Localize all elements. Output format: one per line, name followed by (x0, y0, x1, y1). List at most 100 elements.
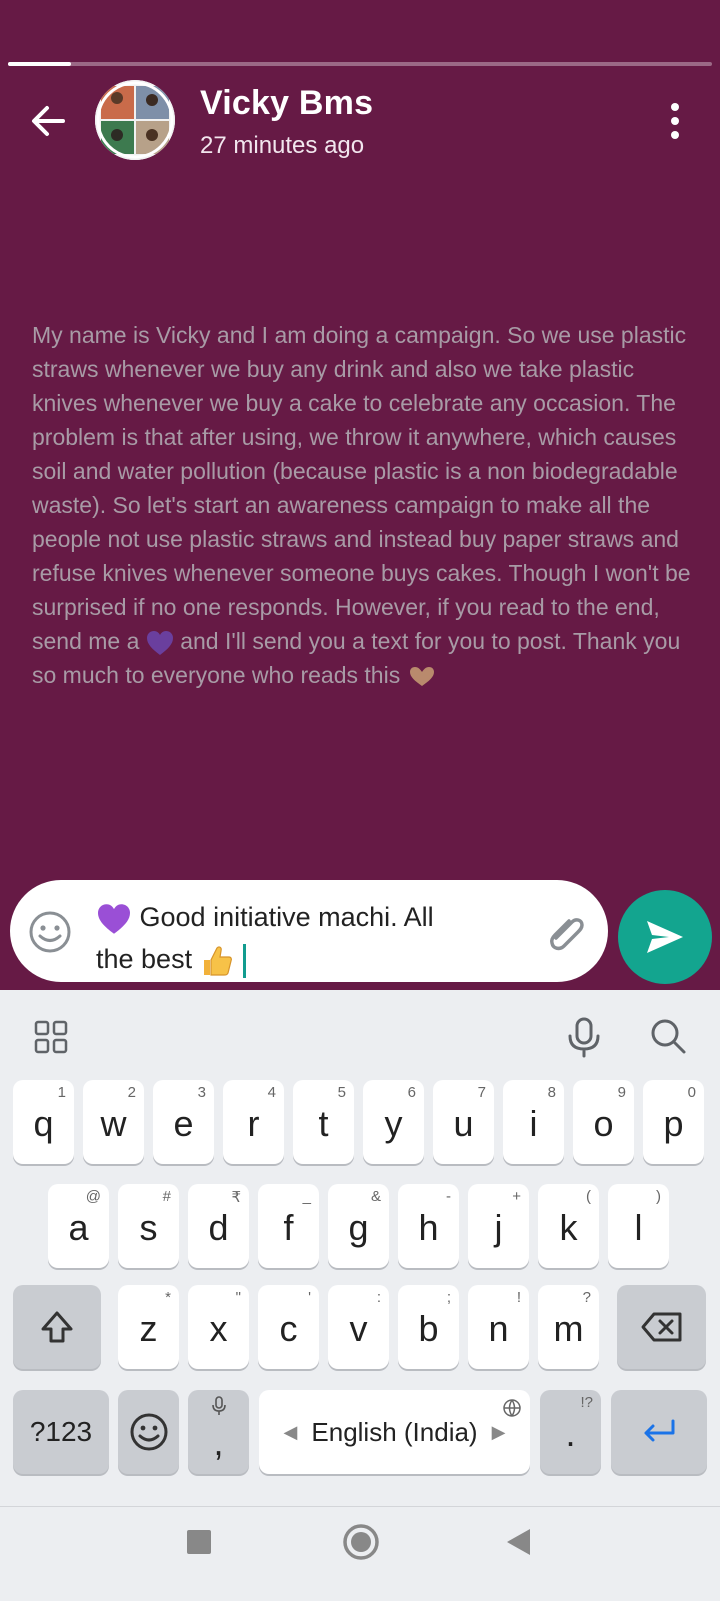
reply-text-line2: the best (96, 944, 193, 974)
key-x[interactable]: " x (188, 1285, 249, 1369)
key-label: q (33, 1103, 54, 1144)
key-label: w (100, 1103, 127, 1144)
key-label: z (139, 1308, 158, 1349)
key-hint: @ (85, 1188, 101, 1205)
enter-key[interactable] (611, 1390, 707, 1474)
key-hint: 9 (617, 1084, 626, 1101)
key-f[interactable]: _ f (258, 1184, 319, 1268)
key-k[interactable]: (k (538, 1184, 599, 1268)
key-w[interactable]: 2w (83, 1080, 144, 1164)
key-s[interactable]: # s (118, 1184, 179, 1268)
more-options-button[interactable] (650, 96, 700, 146)
globe-icon (503, 1399, 521, 1417)
key-e[interactable]: 3e (153, 1080, 214, 1164)
key-p[interactable]: 0p (643, 1080, 704, 1164)
symbols-key-label: ?123 (29, 1416, 93, 1447)
paperclip-icon[interactable] (542, 908, 592, 958)
key-label: y (384, 1103, 403, 1144)
key-label: j (494, 1207, 503, 1248)
key-d[interactable]: ₹ d (188, 1184, 249, 1268)
key-o[interactable]: 9o (573, 1080, 634, 1164)
key-g[interactable]: & g (328, 1184, 389, 1268)
space-key[interactable]: ◀ English (India) ▶ (259, 1390, 530, 1474)
comma-key[interactable]: , (188, 1390, 249, 1474)
key-z[interactable]: * z (118, 1285, 179, 1369)
key-hint: ? (582, 1289, 591, 1306)
symbols-key[interactable]: ?123 (13, 1390, 109, 1474)
key-j[interactable]: + j (468, 1184, 529, 1268)
space-key-label: English (India) (311, 1416, 478, 1447)
key-m[interactable]: ? m (538, 1285, 599, 1369)
key-hint: ; (446, 1289, 451, 1306)
key-label: l (634, 1207, 643, 1248)
status-message: My name is Vicky and I am doing a campai… (32, 318, 692, 692)
avatar[interactable] (95, 80, 175, 160)
key-a[interactable]: @ a (48, 1184, 109, 1268)
key-label: x (209, 1308, 228, 1349)
microphone-icon[interactable] (564, 1016, 604, 1058)
key-label: n (488, 1308, 509, 1349)
reply-input[interactable]: Good initiative machi. All the best (10, 880, 608, 982)
comma-key-label: , (213, 1422, 224, 1463)
period-key[interactable]: !? . (540, 1390, 601, 1474)
key-hint: 2 (127, 1084, 136, 1101)
key-hint: ) (656, 1188, 661, 1205)
search-icon[interactable] (648, 1016, 688, 1056)
status-time: 27 minutes ago (200, 132, 365, 159)
key-label: v (349, 1308, 368, 1349)
emoji-key[interactable] (118, 1390, 179, 1474)
heart-hands-icon (409, 666, 434, 686)
reply-text-field[interactable]: Good initiative machi. All the best (96, 896, 456, 980)
send-icon (647, 921, 683, 953)
status-text-part1: My name is Vicky and I am doing a campai… (32, 322, 691, 654)
key-h[interactable]: -h (398, 1184, 459, 1268)
key-hint: & (370, 1188, 381, 1205)
key-label: t (318, 1103, 329, 1144)
key-hint: : (376, 1289, 381, 1306)
shift-key[interactable] (13, 1285, 101, 1369)
back-triangle-icon[interactable] (504, 1527, 534, 1557)
text-cursor (243, 943, 247, 978)
key-hint: + (512, 1188, 521, 1205)
home-icon[interactable] (342, 1523, 380, 1561)
back-button[interactable] (22, 96, 72, 146)
key-i[interactable]: 8i (503, 1080, 564, 1164)
period-key-label: . (565, 1413, 576, 1454)
contact-name[interactable]: Vicky Bms (200, 84, 373, 123)
backspace-key[interactable] (617, 1285, 706, 1369)
avatar-collage-image (95, 80, 175, 160)
back-arrow-icon (32, 106, 65, 136)
purple-heart-icon (146, 630, 173, 655)
key-label: d (208, 1207, 229, 1248)
key-u[interactable]: 7u (433, 1080, 494, 1164)
key-label: h (418, 1207, 439, 1248)
key-hint: 5 (337, 1084, 346, 1101)
key-n[interactable]: ! n (468, 1285, 529, 1369)
key-r[interactable]: 4r (223, 1080, 284, 1164)
key-label: r (247, 1103, 260, 1144)
key-hint: 0 (687, 1084, 696, 1101)
key-b[interactable]: ; b (398, 1285, 459, 1369)
key-q[interactable]: 1q (13, 1080, 74, 1164)
key-hint: " (235, 1289, 241, 1306)
key-label: k (559, 1207, 578, 1248)
key-label: b (418, 1308, 439, 1349)
reply-text-line1: Good initiative machi. All (139, 902, 434, 932)
key-t[interactable]: 5t (293, 1080, 354, 1164)
right-arrow-icon: ▶ (491, 1421, 506, 1442)
more-vertical-icon (671, 103, 679, 139)
send-button[interactable] (618, 890, 712, 984)
key-label: c (279, 1308, 298, 1349)
key-label: u (453, 1103, 474, 1144)
key-c[interactable]: ' c (258, 1285, 319, 1369)
key-v[interactable]: :v (328, 1285, 389, 1369)
key-l[interactable]: ) l (608, 1184, 669, 1268)
backspace-icon (641, 1312, 681, 1342)
smiley-icon[interactable] (28, 910, 72, 954)
apps-grid-icon[interactable] (34, 1020, 68, 1054)
thumbs-up-icon (203, 946, 232, 976)
recent-apps-icon[interactable] (186, 1529, 212, 1555)
key-hint: ! (516, 1289, 521, 1306)
key-label: o (593, 1103, 614, 1144)
key-y[interactable]: 6y (363, 1080, 424, 1164)
